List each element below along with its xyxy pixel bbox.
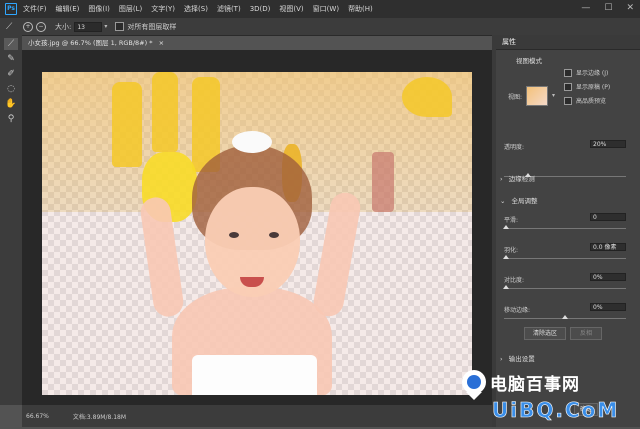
menu-image[interactable]: 图像(I) <box>88 4 110 14</box>
quick-selection-tool-icon[interactable]: ⟋ <box>6 22 16 32</box>
contrast-input[interactable]: 0% <box>590 273 626 281</box>
watermark: 电脑百事网 UiBQ.CoM <box>452 366 640 427</box>
feather-label: 羽化: <box>504 247 519 254</box>
window-controls: — ☐ ✕ <box>581 3 634 13</box>
view-dropdown-icon[interactable]: ▾ <box>552 92 555 99</box>
menu-filter[interactable]: 滤镜(T) <box>217 4 241 14</box>
hair-bow <box>232 131 272 153</box>
lasso-icon[interactable]: ◌ <box>4 83 18 95</box>
document-tab[interactable]: 小女孩.jpg @ 66.7% (图层 1, RGB/8#) * × <box>22 36 171 50</box>
view-label: 视图: <box>508 94 523 101</box>
feather-slider-handle[interactable] <box>503 255 509 259</box>
contrast-slider-handle[interactable] <box>503 285 509 289</box>
smooth-label: 平滑: <box>504 217 519 224</box>
view-options: 显示边缘 (J) 显示原稿 (P) 高品质预览 <box>564 68 610 110</box>
global-refine-section[interactable]: ⌄ 全局调整 <box>500 195 538 205</box>
size-label: 大小: <box>55 22 72 31</box>
menu-window[interactable]: 窗口(W) <box>313 4 339 14</box>
show-edge-checkbox[interactable] <box>564 68 572 77</box>
collapse-arrow-icon: ⌄ <box>500 197 506 205</box>
watermark-brand: 电脑百事网 <box>490 375 580 395</box>
maximize-button[interactable]: ☐ <box>604 3 612 13</box>
contrast-label: 对比度: <box>504 277 525 284</box>
faucet <box>372 152 394 212</box>
smooth-slider-track[interactable] <box>504 228 626 229</box>
size-input[interactable]: 13 <box>74 21 103 32</box>
child-left-arm <box>138 195 186 319</box>
size-dropdown-icon[interactable]: ▾ <box>104 23 107 30</box>
global-refine-title: 全局调整 <box>511 197 538 205</box>
smooth-input[interactable]: 0 <box>590 213 626 221</box>
menu-select[interactable]: 选择(S) <box>184 4 208 14</box>
opacity-input[interactable]: 20% <box>590 140 626 148</box>
show-edge-option[interactable]: 显示边缘 (J) <box>564 68 610 77</box>
expand-arrow-icon: › <box>500 355 503 363</box>
menu-layer[interactable]: 图层(L) <box>119 4 142 14</box>
child-eye <box>269 232 279 238</box>
expand-arrow-icon: › <box>500 175 503 183</box>
hand-icon[interactable]: ✋ <box>4 98 18 110</box>
refine-edge-brush-icon[interactable]: ✎ <box>4 53 18 65</box>
menu-help[interactable]: 帮助(H) <box>348 4 373 14</box>
view-thumbnail[interactable] <box>526 86 548 106</box>
brush-icon[interactable]: ✐ <box>4 68 18 80</box>
tools-panel: ⟋ ✎ ✐ ◌ ✋ ⚲ <box>0 35 23 405</box>
properties-tab[interactable]: 属性 <box>496 35 640 50</box>
menu-3d[interactable]: 3D(D) <box>250 5 271 13</box>
sample-all-layers-checkbox[interactable] <box>115 22 125 31</box>
show-edge-label: 显示边缘 (J) <box>576 70 609 77</box>
contrast-slider-track[interactable] <box>504 288 626 289</box>
output-settings-section[interactable]: › 输出设置 <box>500 353 535 363</box>
document-info: 文档:3.89M/8.18M <box>72 413 127 421</box>
minimize-button[interactable]: — <box>581 3 590 13</box>
add-to-selection-icon[interactable]: + <box>23 21 33 32</box>
child-eye <box>229 232 239 238</box>
output-settings-title: 输出设置 <box>508 355 535 363</box>
zoom-icon[interactable]: ⚲ <box>4 113 18 125</box>
feather-input[interactable]: 0.0 像素 <box>590 243 626 251</box>
hq-preview-option[interactable]: 高品质预览 <box>564 96 610 105</box>
watermark-url: UiBQ.CoM <box>492 398 620 423</box>
menu-type[interactable]: 文字(Y) <box>151 4 175 14</box>
shift-edge-label: 移动边缘: <box>504 307 531 314</box>
show-original-checkbox[interactable] <box>564 82 572 91</box>
status-bar: 66.67% 文档:3.89M/8.18M <box>22 405 492 427</box>
options-bar: ⟋ + − 大小: 13 ▾ 对所有图层取样 <box>0 18 640 36</box>
white-towel <box>192 355 317 395</box>
document-title: 小女孩.jpg @ 66.7% (图层 1, RGB/8#) * <box>28 39 153 47</box>
child-figure <box>137 127 367 395</box>
subtract-from-selection-icon[interactable]: − <box>36 21 46 32</box>
opacity-label: 透明度: <box>504 144 525 151</box>
menu-file[interactable]: 文件(F) <box>23 4 47 14</box>
edge-detection-title: 边缘检测 <box>508 175 535 183</box>
shift-edge-input[interactable]: 0% <box>590 303 626 311</box>
photoshop-logo: Ps <box>5 3 17 15</box>
hq-preview-checkbox[interactable] <box>564 96 572 105</box>
document-image[interactable] <box>42 72 472 395</box>
view-mode-section: 视图模式 视图: ▾ 显示边缘 (J) 显示原稿 (P) 高品质预览 透明度: … <box>496 50 640 164</box>
hq-preview-label: 高品质预览 <box>576 98 607 105</box>
shift-edge-slider-handle[interactable] <box>562 315 568 319</box>
child-right-arm <box>311 190 363 319</box>
show-original-label: 显示原稿 (P) <box>576 84 611 91</box>
feather-slider-track[interactable] <box>504 258 626 259</box>
invert-button[interactable]: 反相 <box>570 327 602 340</box>
smooth-slider-handle[interactable] <box>503 225 509 229</box>
sample-all-layers-label: 对所有图层取样 <box>127 22 177 31</box>
quick-selection-icon[interactable]: ⟋ <box>4 38 18 50</box>
zoom-level[interactable]: 66.67% <box>26 413 49 420</box>
close-window-button[interactable]: ✕ <box>626 3 634 13</box>
clear-selection-button[interactable]: 清除选区 <box>524 327 566 340</box>
menu-bar: Ps 文件(F) 编辑(E) 图像(I) 图层(L) 文字(Y) 选择(S) 滤… <box>0 0 640 18</box>
yellow-duck <box>402 77 452 117</box>
view-mode-title: 视图模式 <box>516 57 542 65</box>
show-original-option[interactable]: 显示原稿 (P) <box>564 82 610 91</box>
menu-view[interactable]: 视图(V) <box>279 4 303 14</box>
canvas-area[interactable] <box>22 50 492 405</box>
edge-detection-section[interactable]: › 边缘检测 <box>500 173 535 183</box>
close-document-icon[interactable]: × <box>159 39 164 47</box>
menu-edit[interactable]: 编辑(E) <box>56 4 80 14</box>
